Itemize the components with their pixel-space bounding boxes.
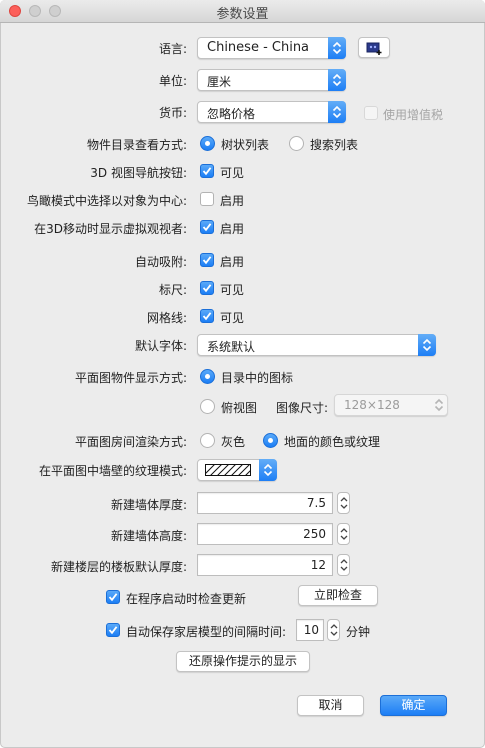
grid-label: 网格线: [146, 311, 187, 325]
updown-arrows-icon [418, 334, 436, 356]
autosave-interval-value: 10 [303, 623, 319, 637]
autosave-label: 自动保存家居模型的间隔时间: [126, 625, 287, 639]
magnetism-checkbox[interactable] [200, 253, 214, 267]
aerial-center-checkbox[interactable] [200, 192, 214, 206]
virtual-visitor-text: 启用 [220, 222, 245, 236]
check-updates-checkbox[interactable] [106, 590, 120, 604]
wall-thickness-field[interactable]: 7.5 [197, 492, 333, 514]
room-floor-color-radio[interactable] [263, 433, 278, 448]
aerial-center-text: 启用 [220, 194, 245, 208]
nav-arrows-checkbox[interactable] [200, 164, 214, 178]
room-gray-label: 灰色 [221, 435, 246, 449]
unit-label: 单位: [158, 74, 187, 88]
title-bar: 参数设置 [0, 0, 485, 23]
updown-arrows-icon [328, 101, 346, 123]
wall-pattern-select[interactable] [197, 459, 277, 481]
wall-height-stepper[interactable] [337, 523, 350, 545]
catalog-tree-label: 树状列表 [221, 138, 270, 152]
floor-thickness-label: 新建楼层的楼板默认厚度: [50, 560, 187, 574]
plan-top-view-radio[interactable] [200, 399, 215, 414]
catalog-search-label: 搜索列表 [310, 138, 359, 152]
virtual-visitor-label: 在3D移动时显示虚拟观视者: [34, 222, 187, 236]
nav-arrows-label: 3D 视图导航按钮: [90, 166, 187, 180]
check-updates-label: 在程序启动时检查更新 [126, 592, 247, 606]
catalog-view-label: 物件目录查看方式: [86, 138, 187, 152]
window-title: 参数设置 [216, 7, 269, 22]
aerial-center-label: 鸟瞰模式中选择以对象为中心: [26, 194, 187, 208]
floor-thickness-field[interactable]: 12 [197, 554, 333, 576]
vat-label: 使用增值税 [383, 108, 444, 122]
plan-furniture-label: 平面图物件显示方式: [74, 371, 187, 385]
preferences-window: 参数设置 语言: Chinese - China 单位: 厘米 货币: 忽略价格… [0, 0, 485, 748]
nav-arrows-text: 可见 [220, 166, 245, 180]
hatch-pattern-icon [202, 463, 258, 479]
autosave-unit: 分钟 [346, 625, 371, 639]
currency-value: 忽略价格 [207, 107, 256, 121]
wall-height-field[interactable]: 250 [197, 523, 333, 545]
language-select[interactable]: Chinese - China [197, 37, 346, 59]
language-label: 语言: [158, 42, 187, 56]
icon-size-label: 图像尺寸: [276, 401, 329, 415]
default-font-label: 默认字体: [134, 339, 187, 353]
wall-height-label: 新建墙体高度: [110, 529, 187, 543]
wall-height-value: 250 [303, 527, 326, 541]
grid-text: 可见 [220, 311, 245, 325]
wall-thickness-value: 7.5 [306, 496, 326, 510]
default-font-value: 系统默认 [207, 340, 256, 354]
rulers-checkbox[interactable] [200, 281, 214, 295]
currency-select[interactable]: 忽略价格 [197, 101, 346, 123]
plan-top-view-label: 俯视图 [221, 401, 258, 415]
plan-catalog-icon-label: 目录中的图标 [221, 371, 294, 385]
icon-size-value: 128×128 [344, 398, 400, 412]
magnetism-label: 自动吸附: [134, 255, 187, 269]
updown-arrows-icon [430, 394, 448, 416]
rulers-label: 标尺: [158, 283, 187, 297]
floor-thickness-stepper[interactable] [337, 554, 350, 576]
vat-checkbox[interactable] [364, 106, 378, 120]
import-language-library-button[interactable] [358, 37, 390, 58]
catalog-search-radio[interactable] [289, 136, 304, 151]
icon-size-select[interactable]: 128×128 [334, 394, 448, 416]
rulers-text: 可见 [220, 283, 245, 297]
ok-button[interactable]: 确定 [380, 695, 447, 716]
restore-tips-button[interactable]: 还原操作提示的显示 [176, 651, 310, 672]
virtual-visitor-checkbox[interactable] [200, 220, 214, 234]
unit-select[interactable]: 厘米 [197, 69, 346, 91]
catalog-tree-radio[interactable] [200, 136, 215, 151]
language-value: Chinese - China [207, 40, 310, 55]
default-font-select[interactable]: 系统默认 [197, 334, 436, 356]
updown-arrows-icon [328, 69, 346, 91]
wall-thickness-label: 新建墙体厚度: [110, 498, 187, 512]
grid-checkbox[interactable] [200, 309, 214, 323]
floor-thickness-value: 12 [310, 558, 326, 572]
room-gray-radio[interactable] [200, 433, 215, 448]
currency-label: 货币: [158, 106, 187, 120]
room-floor-color-label: 地面的颜色或纹理 [284, 435, 381, 449]
unit-value: 厘米 [207, 75, 232, 89]
room-render-label: 平面图房间渲染方式: [74, 435, 187, 449]
wall-pattern-label: 在平面图中墙壁的纹理模式: [38, 464, 187, 478]
autosave-checkbox[interactable] [106, 623, 120, 637]
updown-arrows-icon [328, 37, 346, 59]
plan-catalog-icon-radio[interactable] [200, 369, 215, 384]
autosave-interval-stepper[interactable] [327, 619, 340, 641]
magnetism-text: 启用 [220, 255, 245, 269]
autosave-interval-field[interactable]: 10 [296, 619, 324, 641]
wall-thickness-stepper[interactable] [337, 492, 350, 514]
cancel-button[interactable]: 取消 [297, 695, 364, 716]
check-now-button[interactable]: 立即检查 [298, 585, 378, 606]
updown-arrows-icon [259, 459, 277, 481]
